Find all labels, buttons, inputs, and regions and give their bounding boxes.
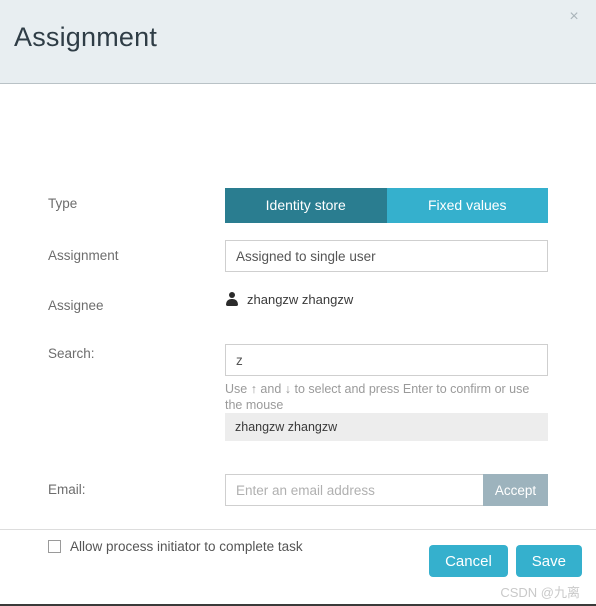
email-input-group: Accept (225, 474, 548, 506)
accept-button[interactable]: Accept (483, 474, 548, 506)
dialog-body: Type Identity store Fixed values Assignm… (0, 84, 596, 554)
save-button[interactable]: Save (515, 545, 582, 577)
email-field-group: Accept (225, 474, 548, 506)
type-option-fixed-values[interactable]: Fixed values (386, 188, 548, 223)
email-label: Email: (48, 482, 86, 497)
assignee-label: Assignee (48, 298, 104, 313)
type-label: Type (48, 196, 78, 211)
footer-button-group: Cancel Save (429, 545, 582, 577)
user-icon (225, 292, 239, 307)
type-option-identity-store[interactable]: Identity store (225, 188, 387, 223)
cancel-button[interactable]: Cancel (429, 545, 508, 577)
search-suggestion-item[interactable]: zhangzw zhangzw (225, 413, 548, 441)
assignee-entry: zhangzw zhangzw (225, 292, 548, 307)
type-field: Identity store Fixed values (225, 188, 548, 223)
watermark: CSDN @九离 (500, 585, 580, 600)
dialog-header: Assignment × (0, 0, 596, 84)
assignment-select[interactable] (225, 240, 548, 272)
email-input[interactable] (225, 474, 483, 506)
assignment-dialog: Assignment × Type Identity store Fixed v… (0, 0, 596, 606)
search-hint: Use ↑ and ↓ to select and press Enter to… (225, 382, 530, 412)
page-title: Assignment (14, 22, 158, 52)
search-input[interactable] (225, 344, 548, 376)
search-field: Use ↑ and ↓ to select and press Enter to… (225, 344, 548, 441)
dialog-footer: Cancel Save CSDN @九离 (0, 529, 596, 604)
assignee-value: zhangzw zhangzw (225, 292, 548, 307)
assignment-label: Assignment (48, 248, 119, 263)
assignee-name: zhangzw zhangzw (247, 292, 354, 307)
type-button-group: Identity store Fixed values (225, 188, 548, 223)
assignment-field (225, 240, 548, 272)
search-label: Search: (48, 346, 95, 361)
close-icon[interactable]: × (564, 7, 584, 27)
